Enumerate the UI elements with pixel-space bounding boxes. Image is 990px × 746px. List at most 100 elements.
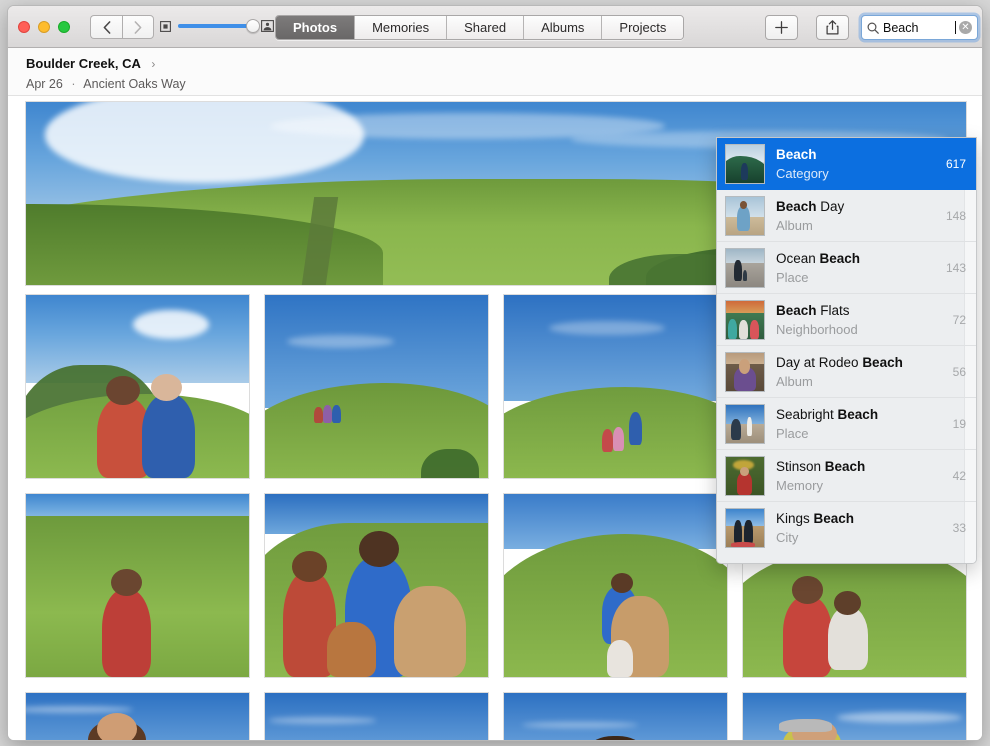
search-result-item[interactable]: Day at Rodeo Beach Album 56 bbox=[717, 346, 976, 398]
photo-image bbox=[265, 693, 488, 740]
search-input[interactable]: Beach bbox=[883, 21, 955, 35]
search-result-item[interactable]: Beach Flats Neighborhood 72 bbox=[717, 294, 976, 346]
result-title: Beach bbox=[776, 146, 817, 162]
text-caret bbox=[955, 21, 956, 34]
large-thumbnail-icon bbox=[261, 20, 274, 32]
forward-button[interactable] bbox=[122, 15, 154, 39]
zoom-slider-knob[interactable] bbox=[246, 19, 260, 33]
photo-thumbnail[interactable] bbox=[264, 692, 489, 740]
photo-image bbox=[26, 295, 249, 478]
result-text: Seabright Beach Place bbox=[776, 406, 945, 442]
result-subtitle: Place bbox=[776, 425, 809, 441]
tab-photos[interactable]: Photos bbox=[276, 16, 356, 39]
chevron-left-icon bbox=[103, 20, 110, 34]
photo-grid-area: Beach Category 617 Beach Day Album 148 O… bbox=[8, 96, 982, 740]
result-thumbnail bbox=[725, 403, 765, 444]
result-thumbnail bbox=[725, 351, 765, 392]
thumbnail-zoom-slider[interactable] bbox=[160, 19, 274, 33]
collection-header: Boulder Creek, CA › Apr 26 · Ancient Oak… bbox=[8, 48, 982, 96]
photo-thumbnail[interactable] bbox=[264, 493, 489, 678]
result-title: Kings Beach bbox=[776, 511, 855, 526]
share-button[interactable] bbox=[816, 15, 849, 40]
result-thumbnail bbox=[725, 508, 765, 548]
search-result-item[interactable]: Beach Category 617 bbox=[717, 138, 976, 190]
photos-window: Photos Memories Shared Albums Projects B… bbox=[7, 5, 983, 741]
result-title: Stinson Beach bbox=[776, 458, 866, 474]
chevron-right-icon[interactable]: › bbox=[151, 57, 155, 71]
result-thumbnail bbox=[725, 195, 765, 236]
result-count: 143 bbox=[945, 260, 966, 275]
photo-image bbox=[504, 295, 727, 478]
photo-image bbox=[743, 693, 966, 740]
zoom-button[interactable] bbox=[58, 21, 70, 33]
tab-memories[interactable]: Memories bbox=[355, 16, 448, 39]
close-button[interactable] bbox=[18, 21, 30, 33]
photo-image bbox=[504, 693, 727, 740]
search-field[interactable]: Beach ✕ bbox=[861, 15, 978, 40]
back-button[interactable] bbox=[90, 15, 122, 39]
result-title: Beach Day bbox=[776, 198, 845, 214]
result-subtitle: City bbox=[776, 530, 799, 545]
result-title: Seabright Beach bbox=[776, 406, 879, 422]
result-thumbnail bbox=[725, 143, 765, 184]
photo-image bbox=[265, 494, 488, 677]
clear-search-icon[interactable]: ✕ bbox=[959, 21, 972, 34]
window-controls bbox=[18, 21, 70, 33]
photo-image bbox=[26, 693, 249, 740]
tab-projects[interactable]: Projects bbox=[602, 16, 684, 39]
tab-albums[interactable]: Albums bbox=[524, 16, 603, 39]
collection-date: Apr 26 bbox=[26, 77, 63, 91]
result-count: 72 bbox=[952, 312, 966, 327]
photo-row bbox=[25, 692, 967, 740]
search-icon bbox=[867, 21, 879, 34]
result-subtitle: Category bbox=[776, 165, 829, 181]
result-subtitle: Neighborhood bbox=[776, 321, 858, 337]
result-subtitle: Album bbox=[776, 217, 813, 233]
minimize-button[interactable] bbox=[38, 21, 50, 33]
result-subtitle: Album bbox=[776, 373, 813, 389]
tab-shared[interactable]: Shared bbox=[447, 16, 525, 39]
view-tabs: Photos Memories Shared Albums Projects bbox=[275, 15, 685, 40]
small-thumbnail-icon bbox=[160, 20, 171, 32]
photo-thumbnail[interactable] bbox=[264, 294, 489, 479]
chevron-right-icon bbox=[134, 20, 142, 34]
result-text: Beach Category bbox=[776, 146, 938, 182]
photo-thumbnail[interactable] bbox=[25, 493, 250, 678]
result-thumbnail bbox=[725, 299, 765, 340]
photo-thumbnail[interactable] bbox=[742, 692, 967, 740]
result-count: 617 bbox=[945, 156, 966, 171]
search-result-item[interactable]: Kings Beach City 33 bbox=[717, 502, 976, 554]
photo-thumbnail[interactable] bbox=[503, 493, 728, 678]
result-thumbnail bbox=[725, 247, 765, 288]
search-results-list: Beach Category 617 Beach Day Album 148 O… bbox=[717, 138, 976, 554]
search-result-item[interactable]: Ocean Beach Place 143 bbox=[717, 242, 976, 294]
navigation-buttons bbox=[90, 15, 154, 39]
result-title: Beach Flats bbox=[776, 302, 850, 318]
share-icon bbox=[826, 20, 839, 35]
result-title: Day at Rodeo Beach bbox=[776, 354, 903, 370]
result-count: 148 bbox=[945, 208, 966, 223]
result-text: Day at Rodeo Beach Album bbox=[776, 354, 945, 390]
search-result-item[interactable]: Seabright Beach Place 19 bbox=[717, 398, 976, 450]
zoom-slider-track[interactable] bbox=[178, 19, 260, 33]
photo-thumbnail[interactable] bbox=[503, 294, 728, 479]
search-result-item[interactable]: Beach Day Album 148 bbox=[717, 190, 976, 242]
result-text: Beach Flats Neighborhood bbox=[776, 302, 945, 338]
result-count: 56 bbox=[952, 364, 966, 379]
photo-image bbox=[265, 295, 488, 478]
result-count: 33 bbox=[952, 521, 966, 535]
plus-icon bbox=[775, 21, 788, 34]
search-results-dropdown: Beach Category 617 Beach Day Album 148 O… bbox=[716, 137, 977, 564]
result-thumbnail bbox=[725, 455, 765, 496]
photo-thumbnail[interactable] bbox=[25, 294, 250, 479]
result-subtitle: Memory bbox=[776, 477, 823, 493]
result-count: 42 bbox=[952, 468, 966, 483]
photo-image bbox=[26, 494, 249, 677]
photo-image bbox=[504, 494, 727, 677]
add-button[interactable] bbox=[765, 15, 798, 40]
photo-thumbnail[interactable] bbox=[503, 692, 728, 740]
result-count: 19 bbox=[952, 416, 966, 431]
collection-location: Ancient Oaks Way bbox=[83, 77, 186, 91]
search-result-item[interactable]: Stinson Beach Memory 42 bbox=[717, 450, 976, 502]
photo-thumbnail[interactable] bbox=[25, 692, 250, 740]
